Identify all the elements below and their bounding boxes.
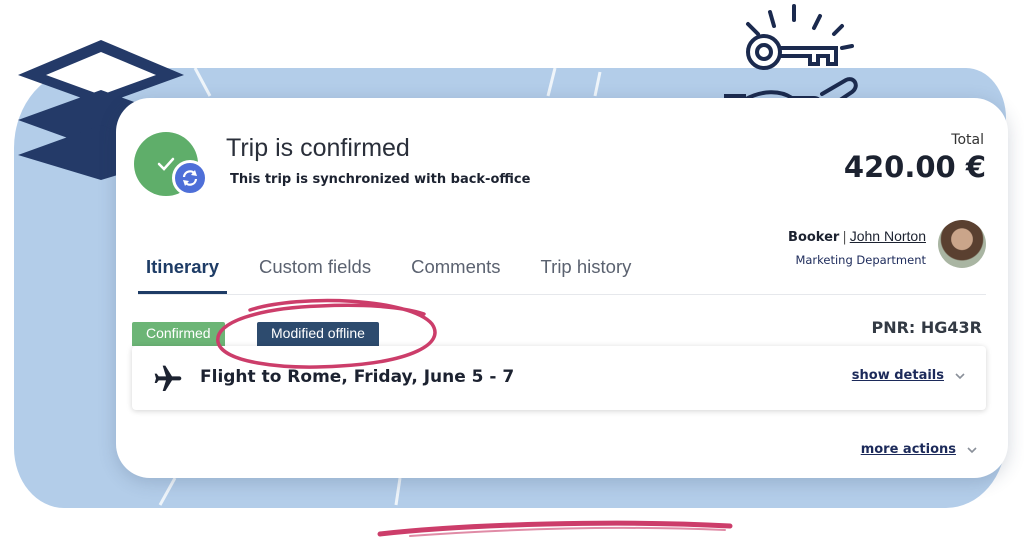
booker-separator: | [842,230,847,245]
flight-title: Flight to Rome, Friday, June 5 - 7 [200,367,515,387]
sync-icon [172,160,208,196]
booker-department: Marketing Department [795,253,926,267]
show-details-link[interactable]: show details [852,368,944,383]
total-amount: 420.00 € [843,150,986,184]
more-actions-link[interactable]: more actions [861,442,956,457]
booker-info: Booker | John Norton [788,228,926,245]
chevron-down-icon[interactable] [954,370,966,382]
pnr-code: PNR: HG43R [871,318,982,337]
tab-itinerary[interactable]: Itinerary [138,250,228,294]
pink-underline-stroke [377,520,733,537]
confirmed-badge: Confirmed [132,322,225,346]
tab-custom-fields[interactable]: Custom fields [251,250,379,294]
trip-tabs: Itinerary Custom fields Comments Trip hi… [138,250,663,294]
chevron-down-icon[interactable] [966,444,978,456]
modified-offline-badge: Modified offline [257,322,379,346]
trip-status-icon [134,132,208,198]
airplane-icon [154,365,182,391]
trip-card: Trip is confirmed This trip is synchroni… [116,98,1008,478]
booker-role: Booker [788,230,840,245]
tab-comments[interactable]: Comments [403,250,508,294]
tab-trip-history[interactable]: Trip history [533,250,640,294]
flight-segment[interactable]: Flight to Rome, Friday, June 5 - 7 show … [132,346,986,410]
trip-status-title: Trip is confirmed [226,134,410,162]
avatar[interactable] [938,220,986,268]
booker-name-link[interactable]: John Norton [850,228,926,244]
tabs-divider [138,294,986,295]
total-label: Total [951,132,984,148]
sync-status-text: This trip is synchronized with back-offi… [230,172,531,187]
